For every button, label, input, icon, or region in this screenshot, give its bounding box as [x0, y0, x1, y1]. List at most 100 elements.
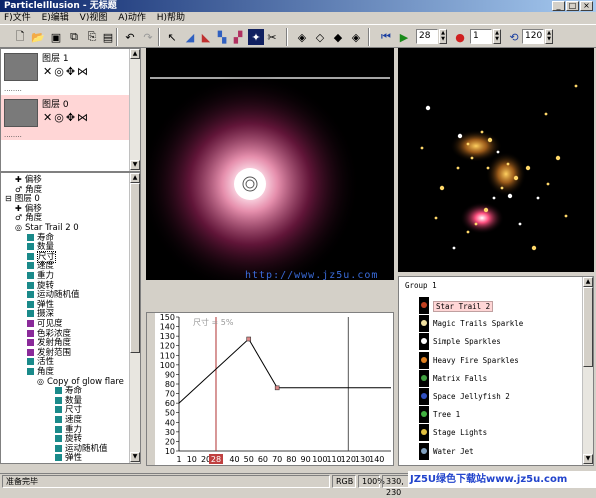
- layer-row[interactable]: 图层 1 ✕◎✥⋈ ........: [1, 49, 140, 94]
- tree-item[interactable]: 旋转: [55, 434, 82, 444]
- open-folder-icon[interactable]: 📂: [30, 29, 46, 45]
- group-header[interactable]: Group 1: [399, 279, 584, 293]
- scroll-down-button[interactable]: ▼: [130, 160, 140, 170]
- tree-item[interactable]: ♂ 角度: [15, 213, 42, 223]
- sparkle-particle: [574, 84, 578, 88]
- nav-right-icon[interactable]: ◈: [348, 29, 364, 45]
- clipboard-icon[interactable]: ▤: [100, 29, 116, 45]
- menu-edit[interactable]: E)编辑: [38, 12, 73, 24]
- tree-item[interactable]: 可见度: [27, 319, 63, 329]
- scroll-thumb[interactable]: [130, 183, 140, 353]
- parameter-curve[interactable]: [178, 338, 391, 404]
- y-tick-label: 50: [165, 409, 175, 418]
- blocker-tool-icon[interactable]: ▚: [214, 29, 230, 45]
- menu-view[interactable]: V)视图: [76, 12, 112, 24]
- nav-zoom-icon[interactable]: ◆: [330, 29, 346, 45]
- graph-scrollbar[interactable]: [147, 313, 155, 465]
- emitter-item[interactable]: Tree 1: [399, 406, 584, 424]
- layer-visibility-icon[interactable]: ✕◎✥⋈: [43, 65, 90, 78]
- curve-keyframe[interactable]: [274, 385, 280, 391]
- emitter-item[interactable]: Simple Sparkles: [399, 333, 584, 351]
- emitter-item[interactable]: Space Jellyfish 2: [399, 388, 584, 406]
- tree-item[interactable]: 速度: [55, 415, 82, 425]
- library-preview-render: [420, 84, 578, 251]
- scissors-icon[interactable]: ✂: [264, 29, 280, 45]
- emitter-item[interactable]: Magic Trails Sparkle: [399, 315, 584, 333]
- main-preview-canvas[interactable]: [146, 48, 394, 280]
- force-tool-icon[interactable]: ▞: [230, 29, 246, 45]
- preview-render: [146, 74, 390, 280]
- undo-icon[interactable]: ↶: [122, 29, 138, 45]
- tree-item[interactable]: 摄深: [27, 309, 54, 319]
- tree-item[interactable]: 速度: [27, 261, 54, 271]
- rewind-icon[interactable]: ⏮: [378, 29, 394, 45]
- scroll-up-button[interactable]: ▲: [130, 173, 140, 183]
- layer-visibility-icon[interactable]: ✕◎✥⋈: [43, 111, 90, 124]
- graph-svg[interactable]: 1501401301201101009080706050403020101 10 2…: [147, 313, 393, 465]
- menu-action[interactable]: A)动作: [114, 12, 150, 24]
- close-button[interactable]: ×: [580, 1, 593, 11]
- layer-row-selected[interactable]: 图层 0 ✕◎✥⋈ ........: [1, 95, 140, 140]
- emitter-preview-dot: [421, 429, 427, 436]
- nav-left-icon[interactable]: ◈: [294, 29, 310, 45]
- tree-item[interactable]: 角度: [27, 367, 54, 377]
- frame-spinner[interactable]: ▲ ▼: [439, 29, 447, 44]
- layers-scrollbar[interactable]: ▲ ▼: [129, 49, 140, 171]
- y-tick-label: 20: [165, 437, 175, 446]
- tree-item[interactable]: 寿命: [55, 386, 82, 396]
- emitter-label: Simple Sparkles: [433, 337, 501, 347]
- loop-icon[interactable]: ⟲: [506, 29, 522, 45]
- layer-name: 图层 0: [42, 100, 69, 110]
- emitter-item[interactable]: Matrix Falls: [399, 369, 584, 388]
- tree-item[interactable]: 运动随机值: [27, 290, 80, 300]
- tree-item[interactable]: 发射角度: [27, 338, 71, 348]
- emitter-preview-dot: [421, 374, 427, 381]
- sparkle-particle: [486, 166, 490, 170]
- copy-icon[interactable]: ⧉: [66, 29, 82, 45]
- emitter-label: Star Trail 2: [433, 301, 494, 312]
- paste-icon[interactable]: ⎘: [84, 29, 100, 45]
- emitter-tool-icon[interactable]: ◢: [182, 29, 198, 45]
- play-icon[interactable]: ▶: [396, 29, 412, 45]
- tree-item[interactable]: ⊟ 图层 0: [5, 194, 40, 204]
- minimize-button[interactable]: _: [552, 1, 565, 11]
- scroll-thumb[interactable]: [583, 287, 593, 367]
- emitter-item[interactable]: Star Trail 2: [399, 297, 584, 315]
- nav-up-icon[interactable]: ◇: [312, 29, 328, 45]
- emitter-item[interactable]: Water Jet: [399, 442, 584, 461]
- pointer-tool-icon[interactable]: ↖: [164, 29, 180, 45]
- loop-spinner[interactable]: ▲ ▼: [545, 29, 553, 44]
- curve-keyframe[interactable]: [246, 336, 252, 342]
- scroll-down-button[interactable]: ▼: [130, 452, 140, 462]
- new-file-icon[interactable]: 🗋: [12, 29, 28, 45]
- frame-input[interactable]: 28: [416, 29, 438, 44]
- scroll-up-button[interactable]: ▲: [130, 49, 140, 59]
- tree-item[interactable]: ✚ 偏移: [15, 175, 42, 185]
- emitter-item[interactable]: Stage Lights: [399, 424, 584, 442]
- menu-file[interactable]: F)文件: [0, 12, 35, 24]
- redo-icon[interactable]: ↷: [140, 29, 156, 45]
- record-input[interactable]: 1: [470, 29, 492, 44]
- scroll-up-button[interactable]: ▲: [583, 277, 593, 287]
- library-scrollbar[interactable]: ▲ ▼: [582, 277, 593, 465]
- tree-item[interactable]: 重力: [27, 271, 54, 281]
- tree-scrollbar[interactable]: ▲ ▼: [129, 173, 140, 463]
- maximize-button[interactable]: □: [566, 1, 579, 11]
- tree-item[interactable]: 弹性: [55, 453, 82, 463]
- tree-item[interactable]: 尺寸: [55, 405, 82, 415]
- loop-input[interactable]: 120: [522, 29, 544, 44]
- tree-item[interactable]: ♂ 角度: [15, 185, 42, 195]
- x-tick-label: 140: [369, 455, 384, 464]
- record-spinner[interactable]: ▲ ▼: [493, 29, 501, 44]
- emitter-item[interactable]: Heavy Fire Sparkles: [399, 351, 584, 370]
- parameter-graph[interactable]: 150 140 130 120 110 100 90 80 70 60 50 40 30 20 10 1 10 2…: [146, 312, 394, 466]
- tree-item[interactable]: ◎ Star Trail 2 0: [15, 223, 79, 233]
- emitter-preview-dot: [421, 411, 427, 418]
- scroll-down-button[interactable]: ▼: [583, 454, 593, 464]
- menu-help[interactable]: H)帮助: [153, 12, 189, 24]
- tree-item[interactable]: 活性: [27, 357, 54, 367]
- save-icon[interactable]: ▣: [48, 29, 64, 45]
- deflector-tool-icon[interactable]: ◣: [198, 29, 214, 45]
- record-icon[interactable]: ●: [452, 29, 468, 45]
- stars-tool-icon[interactable]: ✦: [248, 29, 264, 45]
